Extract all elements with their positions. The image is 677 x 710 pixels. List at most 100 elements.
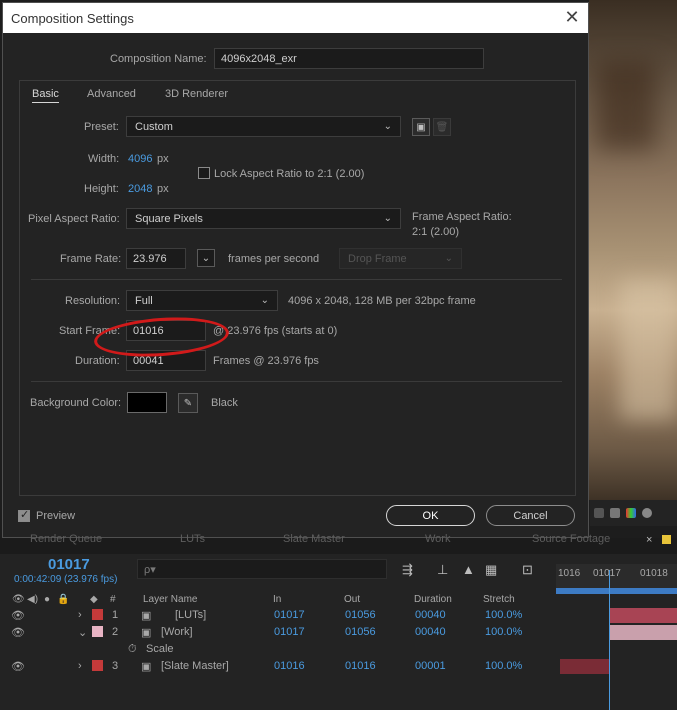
- track-bar-slate[interactable]: [560, 659, 610, 674]
- layer-duration[interactable]: 00040: [415, 626, 446, 638]
- shy-icon[interactable]: ▲: [462, 562, 475, 577]
- preset-dropdown[interactable]: Custom ⌄: [126, 116, 401, 137]
- layer-name[interactable]: [LUTs]: [175, 609, 206, 621]
- layer-stretch[interactable]: 100.0%: [485, 626, 522, 638]
- layer-label-color[interactable]: [92, 660, 103, 671]
- height-value[interactable]: 2048: [128, 183, 152, 195]
- layer-stretch[interactable]: 100.0%: [485, 660, 522, 672]
- lock-aspect-label: Lock Aspect Ratio to 2:1 (2.00): [214, 168, 365, 180]
- ruler-label: 01018: [640, 568, 668, 579]
- eye-icon[interactable]: 👁: [11, 660, 25, 673]
- eyedropper-icon[interactable]: ✎: [178, 393, 198, 413]
- layer-out[interactable]: 01056: [345, 609, 376, 621]
- layer-in[interactable]: 01016: [274, 660, 305, 672]
- search-input[interactable]: ρ▾: [137, 559, 387, 579]
- color-icon[interactable]: [626, 508, 636, 518]
- comp-layer-icon: ▣: [141, 627, 152, 639]
- graph-editor-icon[interactable]: ⊡: [522, 562, 533, 578]
- tab-render-queue[interactable]: Render Queue: [30, 533, 102, 545]
- search-placeholder: ρ▾: [144, 563, 156, 576]
- channel-icon[interactable]: [594, 508, 604, 518]
- panel-tabs: Render Queue LUTs Slate Master Work Sour…: [0, 533, 677, 554]
- dialog-titlebar: Composition Settings ✕: [3, 3, 588, 33]
- lock-aspect-checkbox[interactable]: [198, 167, 210, 179]
- tab-3d-renderer[interactable]: 3D Renderer: [165, 88, 228, 100]
- close-icon[interactable]: ✕: [564, 8, 580, 26]
- bg-color-swatch[interactable]: [127, 392, 167, 413]
- stopwatch-icon[interactable]: ⏱: [128, 643, 137, 656]
- expand-icon[interactable]: ›: [78, 609, 82, 621]
- track-bar-work[interactable]: [610, 625, 677, 640]
- layer-label-color[interactable]: [92, 626, 103, 637]
- eye-icon[interactable]: 👁: [11, 609, 25, 622]
- preset-label: Preset:: [84, 121, 119, 133]
- tab-advanced[interactable]: Advanced: [87, 88, 136, 100]
- preview-checkbox[interactable]: [18, 508, 30, 522]
- resolution-dropdown[interactable]: Full ⌄: [126, 290, 278, 311]
- col-stretch: Stretch: [483, 594, 515, 605]
- tab-work[interactable]: Work: [425, 533, 450, 545]
- viewer-shadow: [596, 60, 656, 150]
- ruler-label: 1016: [558, 568, 581, 579]
- composition-flowchart-icon[interactable]: ⇶: [402, 562, 413, 578]
- current-time[interactable]: 01017: [48, 556, 90, 573]
- section-divider: [31, 381, 562, 382]
- pixel-aspect-dropdown[interactable]: Square Pixels ⌄: [126, 208, 401, 229]
- pixel-aspect-value: Square Pixels: [135, 212, 203, 225]
- save-preset-icon[interactable]: ▣: [412, 118, 430, 136]
- comp-layer-icon: ▣: [141, 661, 152, 673]
- layer-duration[interactable]: 00001: [415, 660, 446, 672]
- layer-stretch[interactable]: 100.0%: [485, 609, 522, 621]
- layer-name[interactable]: [Slate Master]: [161, 660, 229, 672]
- eye-icon[interactable]: 👁: [11, 626, 25, 639]
- viewer-highlight: [620, 280, 677, 420]
- ok-button[interactable]: OK: [386, 505, 475, 526]
- expand-icon[interactable]: ›: [78, 660, 82, 672]
- frame-rate-dropdown[interactable]: ⌄: [197, 249, 215, 267]
- cancel-button[interactable]: Cancel: [486, 505, 575, 526]
- comp-name-input[interactable]: 4096x2048_exr: [214, 48, 484, 69]
- track-bar-luts[interactable]: [610, 608, 677, 623]
- resolution-info: 4096 x 2048, 128 MB per 32bpc frame: [288, 295, 476, 307]
- dialog-title: Composition Settings: [11, 10, 134, 26]
- layer-duration[interactable]: 00040: [415, 609, 446, 621]
- delete-preset-icon[interactable]: 🗑: [433, 118, 451, 136]
- tab-slate-master[interactable]: Slate Master: [283, 533, 345, 545]
- lock-header-icon: 🔒: [57, 594, 70, 605]
- playhead[interactable]: [609, 570, 610, 710]
- frame-blending-icon[interactable]: ▦: [485, 562, 497, 578]
- layer-row[interactable]: 👁 ⌄ 2 ▣ [Work] 01017 01056 00040 100.0%: [8, 624, 554, 641]
- expand-icon[interactable]: ⌄: [78, 626, 87, 639]
- width-value[interactable]: 4096: [128, 153, 152, 165]
- col-out: Out: [344, 594, 361, 605]
- width-unit: px: [157, 153, 169, 165]
- layer-out[interactable]: 01056: [345, 626, 376, 638]
- layer-in[interactable]: 01017: [274, 609, 305, 621]
- exposure-icon[interactable]: [642, 508, 652, 518]
- frame-rate-input[interactable]: 23.976: [126, 248, 186, 269]
- work-area-bar[interactable]: [556, 588, 677, 594]
- height-unit: px: [157, 183, 169, 195]
- layer-row[interactable]: 👁 › 3 ▣ [Slate Master] 01016 01016 00001…: [8, 658, 554, 675]
- tab-luts[interactable]: LUTs: [180, 533, 205, 545]
- bg-color-name: Black: [211, 397, 238, 409]
- layer-label-color[interactable]: [92, 609, 103, 620]
- section-divider: [31, 279, 562, 280]
- start-frame-info: @ 23.976 fps (starts at 0): [213, 325, 338, 337]
- label-color-icon: [662, 535, 671, 544]
- property-row[interactable]: ⏱ Scale: [8, 641, 554, 658]
- duration-label: Duration:: [75, 355, 120, 367]
- draft-3d-icon[interactable]: ⊥: [437, 562, 448, 578]
- comp-name-label: Composition Name:: [110, 53, 207, 65]
- close-icon[interactable]: ×: [646, 534, 652, 546]
- col-duration: Duration: [414, 594, 452, 605]
- layer-row[interactable]: 👁 › 1 ▣ [LUTs] 01017 01056 00040 100.0%: [8, 607, 554, 624]
- tab-basic[interactable]: Basic: [32, 88, 59, 103]
- tab-source-footage[interactable]: Source Footage: [532, 533, 610, 545]
- layer-in[interactable]: 01017: [274, 626, 305, 638]
- region-icon[interactable]: [610, 508, 620, 518]
- time-ruler[interactable]: 1016 01017 01018: [556, 564, 677, 588]
- solo-header-icon: ●: [44, 594, 51, 605]
- layer-out[interactable]: 01016: [345, 660, 376, 672]
- layer-name[interactable]: [Work]: [161, 626, 193, 638]
